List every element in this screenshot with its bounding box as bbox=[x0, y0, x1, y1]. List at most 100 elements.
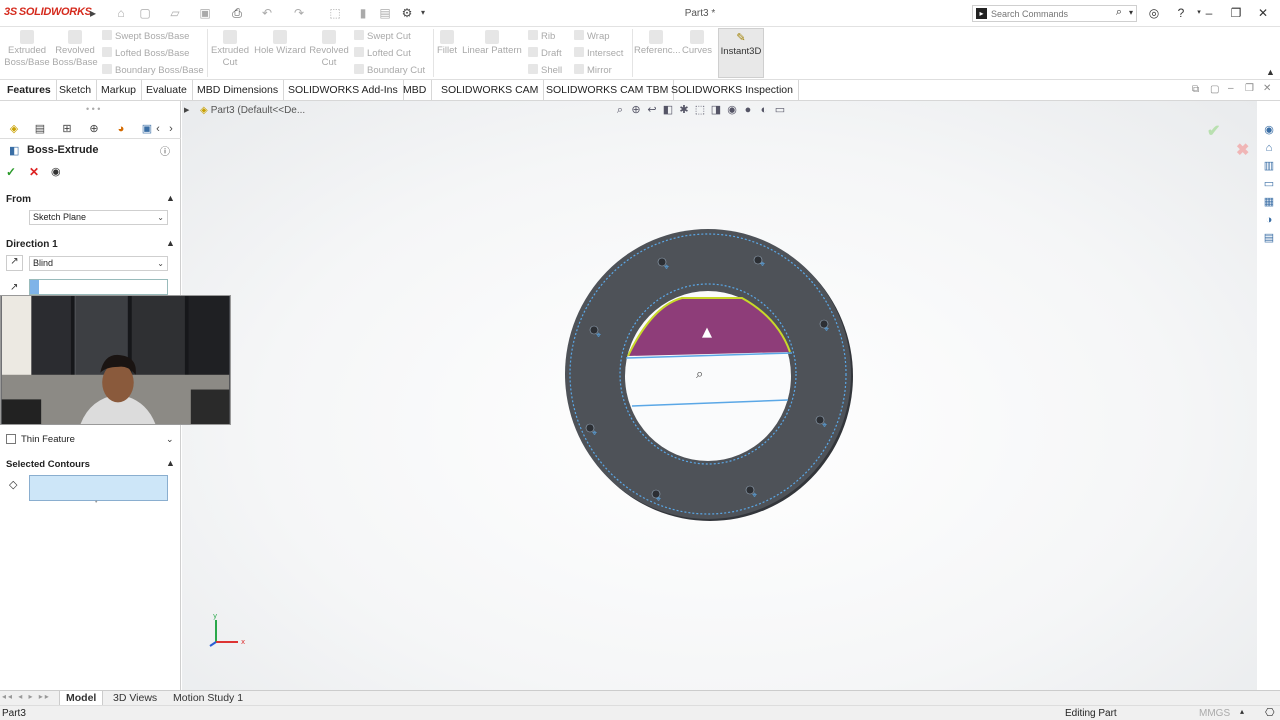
lofted-boss-button[interactable]: Lofted Boss/Base bbox=[102, 47, 189, 61]
reverse-direction-icon[interactable]: ↗ bbox=[6, 255, 23, 271]
boundary-boss-button[interactable]: Boundary Boss/Base bbox=[102, 64, 204, 78]
display-style-icon[interactable]: ◨ bbox=[708, 103, 724, 117]
extruded-cut-button[interactable]: Extruded Cut bbox=[207, 30, 253, 69]
feature-tree-flyout[interactable]: ◈ Part3 (Default<<De... bbox=[200, 105, 305, 116]
design-library-icon[interactable]: ⌂ bbox=[1261, 140, 1277, 156]
from-section-header[interactable]: From bbox=[6, 194, 31, 205]
rib-button[interactable]: Rib bbox=[528, 30, 555, 44]
tab-evaluate[interactable]: Evaluate bbox=[141, 80, 193, 100]
view-orientation-icon[interactable]: ⬚ bbox=[692, 103, 708, 117]
wrap-button[interactable]: Wrap bbox=[574, 30, 610, 44]
user-account-icon[interactable]: ◎ bbox=[1145, 5, 1163, 21]
instant3d-button[interactable]: ✎ Instant3D bbox=[718, 28, 764, 78]
doc-restore-icon[interactable]: ❐ bbox=[1245, 83, 1254, 94]
document-icon[interactable]: ▢ bbox=[1210, 84, 1219, 95]
hide-show-icon[interactable]: ◉ bbox=[724, 103, 740, 117]
extruded-boss-button[interactable]: Extruded Boss/Base bbox=[4, 30, 50, 69]
appearance-icon[interactable]: ● bbox=[740, 103, 756, 117]
previous-view-icon[interactable]: ↩ bbox=[644, 103, 660, 117]
units-dropdown-icon[interactable]: ▴ bbox=[1240, 707, 1244, 716]
resources-icon[interactable]: ◉ bbox=[1261, 122, 1277, 138]
tree-expand-icon[interactable]: ▶ bbox=[184, 106, 189, 114]
help-icon[interactable]: ⓘ bbox=[160, 143, 170, 158]
collapse-ribbon-icon[interactable]: ▲ bbox=[1266, 67, 1275, 77]
tab-features[interactable]: Features bbox=[2, 80, 57, 100]
units-selector[interactable]: MMGS bbox=[1199, 708, 1230, 719]
zoom-to-area-icon[interactable]: ⊕ bbox=[628, 103, 644, 117]
new-document-icon[interactable]: ▢ bbox=[138, 6, 152, 20]
feature-manager-icon[interactable]: ◈ bbox=[4, 121, 24, 137]
rebuild-icon[interactable]: ▮ bbox=[356, 6, 370, 20]
thin-feature-label[interactable]: Thin Feature bbox=[21, 434, 75, 445]
tab-sketch[interactable]: Sketch bbox=[54, 80, 98, 100]
revolved-boss-button[interactable]: Revolved Boss/Base bbox=[52, 30, 98, 69]
direction1-section-header[interactable]: Direction 1 bbox=[6, 239, 58, 250]
solidworks-logo[interactable]: 3S SOLIDWORKS bbox=[4, 6, 92, 18]
section-view-icon[interactable]: ◧ bbox=[660, 103, 676, 117]
options-dropdown-icon[interactable]: ▾ bbox=[416, 6, 430, 20]
home-icon[interactable]: ⌂ bbox=[114, 6, 128, 20]
close-icon[interactable]: ✕ bbox=[1254, 5, 1272, 21]
custom-properties-icon[interactable]: ▤ bbox=[1261, 230, 1277, 246]
menu-expand-icon[interactable]: ▸ bbox=[86, 6, 100, 20]
print-icon[interactable]: ⎙ bbox=[230, 6, 244, 20]
file-properties-icon[interactable]: ▤ bbox=[378, 6, 392, 20]
tab-scroll-arrows-icon[interactable]: ◂◂ ◂ ▸ ▸▸ bbox=[2, 692, 51, 701]
doc-close-icon[interactable]: ✕ bbox=[1263, 83, 1271, 94]
linear-pattern-button[interactable]: Linear Pattern bbox=[462, 30, 522, 57]
tile-icon[interactable]: ⧉ bbox=[1192, 84, 1199, 95]
fillet-button[interactable]: Fillet bbox=[432, 30, 462, 57]
configuration-manager-icon[interactable]: ⊞ bbox=[57, 121, 77, 137]
restore-icon[interactable]: ❐ bbox=[1227, 5, 1245, 21]
search-dropdown-icon[interactable]: ▾ bbox=[1129, 8, 1133, 17]
list-resize-handle[interactable]: • bbox=[95, 499, 97, 506]
scene-icon[interactable]: ◐ bbox=[756, 103, 772, 117]
folder-icon[interactable]: ▭ bbox=[1261, 176, 1277, 192]
panel-splitter-handle[interactable]: • • • bbox=[86, 104, 100, 114]
redo-icon[interactable]: ↷ bbox=[292, 6, 306, 20]
doc-minimize-icon[interactable]: – bbox=[1228, 83, 1234, 94]
selected-contours-header[interactable]: Selected Contours bbox=[6, 459, 90, 470]
file-explorer-icon[interactable]: ▥ bbox=[1261, 158, 1277, 174]
collapse-icon[interactable]: ▲ bbox=[166, 193, 175, 203]
confirm-cancel-icon[interactable]: ✖ bbox=[1236, 140, 1249, 160]
view-palette-icon[interactable]: ▦ bbox=[1261, 194, 1277, 210]
selected-contours-list[interactable] bbox=[29, 475, 168, 501]
tab-markup[interactable]: Markup bbox=[96, 80, 143, 100]
curves-button[interactable]: Curves bbox=[678, 30, 716, 57]
scroll-right-icon[interactable]: › bbox=[166, 121, 176, 137]
appearances-icon[interactable]: ◑ bbox=[1261, 212, 1277, 228]
reference-geometry-button[interactable]: Referenc... bbox=[634, 30, 680, 57]
confirm-ok-icon[interactable]: ✔ bbox=[1207, 121, 1220, 141]
tab-inspection[interactable]: SOLIDWORKS Inspection bbox=[666, 80, 799, 100]
boundary-cut-button[interactable]: Boundary Cut bbox=[354, 64, 425, 78]
model-viewport[interactable]: ⌖ ⌖ ⌖ ⌖ ⌖ ⌖ ⌖ ⌖ ▲ ⌕ bbox=[560, 228, 860, 528]
search-commands[interactable]: ▸ ⌕ ▾ bbox=[972, 5, 1137, 22]
open-icon[interactable]: ▱ bbox=[168, 6, 182, 20]
hole-wizard-button[interactable]: Hole Wizard bbox=[254, 30, 306, 57]
revolved-cut-button[interactable]: Revolved Cut bbox=[306, 30, 352, 69]
shell-button[interactable]: Shell bbox=[528, 64, 562, 78]
property-manager-icon[interactable]: ▤ bbox=[30, 121, 50, 137]
cancel-x-icon[interactable]: ✕ bbox=[29, 165, 39, 179]
minimize-icon[interactable]: – bbox=[1200, 5, 1218, 21]
options-gear-icon[interactable]: ⚙ bbox=[400, 6, 414, 20]
mirror-button[interactable]: Mirror bbox=[574, 64, 612, 78]
lofted-cut-button[interactable]: Lofted Cut bbox=[354, 47, 411, 61]
display-manager-icon[interactable]: ◕ bbox=[111, 121, 131, 137]
save-icon[interactable]: ▣ bbox=[198, 6, 212, 20]
zoom-to-fit-icon[interactable]: ⌕ bbox=[612, 103, 628, 117]
collapse-icon[interactable]: ▲ bbox=[166, 458, 175, 468]
ok-check-icon[interactable]: ✓ bbox=[6, 165, 16, 179]
tab-motion-study[interactable]: Motion Study 1 bbox=[167, 691, 249, 705]
search-icon[interactable]: ⌕ bbox=[1116, 6, 1122, 19]
tab-cam-tbm[interactable]: SOLIDWORKS CAM TBM bbox=[541, 80, 675, 100]
swept-boss-button[interactable]: Swept Boss/Base bbox=[102, 30, 189, 44]
tab-3d-views[interactable]: 3D Views bbox=[107, 691, 163, 705]
expand-icon[interactable]: ⌄ bbox=[166, 434, 174, 445]
tab-mbd[interactable]: MBD bbox=[398, 80, 433, 100]
help-icon[interactable]: ? bbox=[1172, 5, 1190, 21]
dynamic-annotation-icon[interactable]: ✱ bbox=[676, 103, 692, 117]
view-settings-icon[interactable]: ▭ bbox=[772, 103, 788, 117]
tab-model[interactable]: Model bbox=[59, 691, 104, 705]
